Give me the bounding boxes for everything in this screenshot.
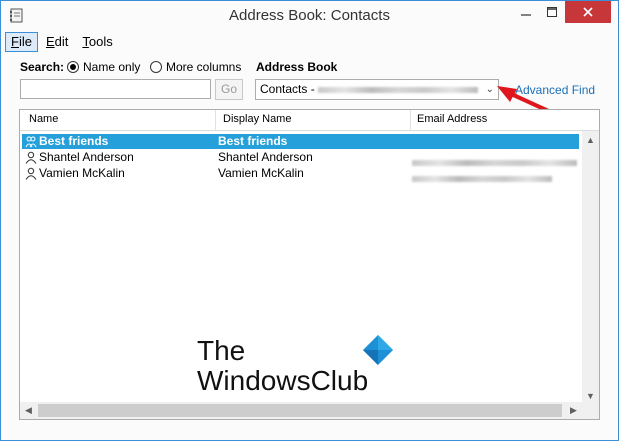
column-header-display-name[interactable]: Display Name <box>223 113 291 125</box>
menu-tools-rest: ools <box>88 34 113 49</box>
more-columns-label[interactable]: More columns <box>166 60 241 74</box>
more-columns-radio[interactable] <box>150 61 162 73</box>
menu-file-accel: F <box>11 34 19 49</box>
address-book-window: Address Book: Contacts File Edit Tools S… <box>0 0 619 441</box>
vertical-scrollbar[interactable]: ▲ ▼ <box>582 131 599 404</box>
menu-file-rest: ile <box>18 34 32 49</box>
list-header: Name Display Name Email Address <box>20 110 599 131</box>
redacted-email <box>412 159 577 166</box>
row-email <box>412 171 552 186</box>
row-display-name: Shantel Anderson <box>218 150 313 164</box>
search-label: Search: <box>20 60 65 74</box>
watermark-line2: WindowsClub <box>197 365 369 396</box>
address-book-selected: Contacts - <box>260 82 319 96</box>
windowsclub-logo-icon <box>363 335 393 365</box>
search-input[interactable] <box>20 79 211 99</box>
menu-bar: File Edit Tools <box>5 32 121 52</box>
group-icon <box>25 136 37 148</box>
maximize-button[interactable] <box>539 1 565 23</box>
horizontal-scroll-thumb[interactable] <box>38 404 562 417</box>
scroll-right-icon[interactable]: ▶ <box>565 402 582 419</box>
row-name: Best friends <box>39 134 109 148</box>
table-row[interactable]: Vamien McKalin Vamien McKalin <box>22 166 579 182</box>
column-header-name[interactable]: Name <box>29 113 58 125</box>
person-icon <box>25 167 37 180</box>
menu-file[interactable]: File <box>5 32 38 52</box>
column-separator[interactable] <box>410 110 411 130</box>
minimize-icon <box>521 14 531 16</box>
minimize-button[interactable] <box>513 1 539 23</box>
row-name: Shantel Anderson <box>39 150 134 164</box>
go-button[interactable]: Go <box>215 79 243 100</box>
scroll-up-icon[interactable]: ▲ <box>582 131 599 148</box>
watermark: The WindowsClub <box>197 335 402 396</box>
address-book-select[interactable]: Contacts - ⌄ <box>255 79 499 100</box>
row-display-name: Best friends <box>218 134 288 148</box>
row-name: Vamien McKalin <box>39 166 125 180</box>
close-button[interactable] <box>565 1 611 23</box>
close-icon <box>583 7 593 17</box>
redacted-email <box>412 175 552 182</box>
column-separator[interactable] <box>215 110 216 130</box>
scroll-left-icon[interactable]: ◀ <box>20 402 37 419</box>
watermark-line1: The <box>197 335 246 366</box>
table-row[interactable]: Shantel Anderson Shantel Anderson <box>22 150 579 166</box>
address-book-label: Address Book <box>256 60 338 74</box>
name-only-radio[interactable] <box>67 61 79 73</box>
name-only-label[interactable]: Name only <box>83 60 140 74</box>
row-display-name: Vamien McKalin <box>218 166 304 180</box>
menu-edit-accel: E <box>45 34 55 49</box>
column-header-email[interactable]: Email Address <box>417 113 487 125</box>
person-icon <box>25 151 37 164</box>
menu-edit[interactable]: Edit <box>40 32 74 52</box>
status-bar <box>1 427 618 440</box>
menu-edit-rest: dit <box>54 34 69 49</box>
scroll-corner <box>582 402 599 419</box>
horizontal-scrollbar[interactable]: ◀ ▶ <box>20 402 582 419</box>
title-bar: Address Book: Contacts <box>1 1 618 31</box>
menu-tools[interactable]: Tools <box>76 32 118 52</box>
table-row[interactable]: Best friends Best friends <box>22 134 579 149</box>
redacted-email <box>318 86 479 93</box>
maximize-icon <box>547 7 557 17</box>
